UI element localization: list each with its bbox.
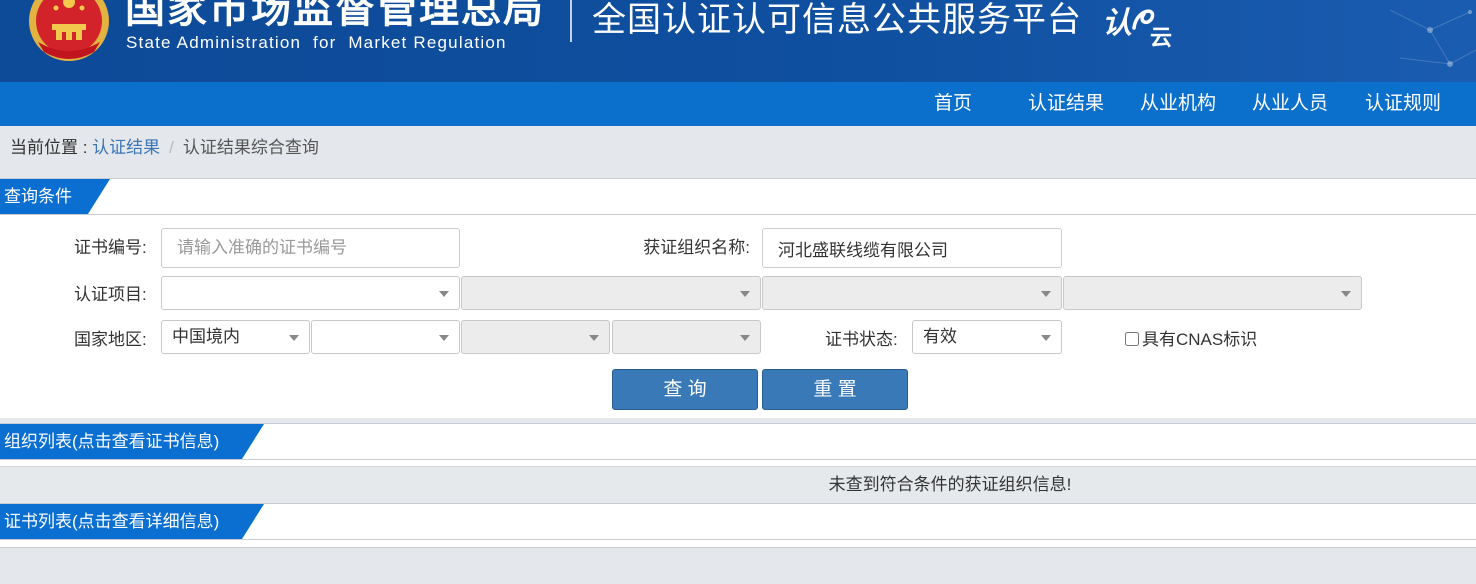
cert-no-label: 证书编号: bbox=[74, 238, 147, 257]
chevron-down-icon bbox=[289, 335, 299, 341]
logo-char-2: 云 bbox=[1150, 25, 1173, 50]
reset-button[interactable]: 重 置 bbox=[762, 369, 908, 410]
chevron-down-icon bbox=[439, 291, 449, 297]
cert-no-input[interactable] bbox=[161, 228, 460, 268]
org-name-en: State Administration for Market Regulati… bbox=[126, 33, 507, 52]
platform-title: 全国认证认可信息公共服务平台 bbox=[592, 1, 1082, 39]
header-divider bbox=[570, 0, 572, 42]
org-list-empty-message: 未查到符合条件的获证组织信息! bbox=[828, 475, 1072, 494]
breadcrumb-current: 认证结果综合查询 bbox=[182, 138, 319, 157]
nav-item-cert-rules[interactable]: 认证规则 bbox=[1347, 82, 1459, 126]
nav-item-home[interactable]: 首页 bbox=[897, 82, 1009, 126]
main-nav: 首页 认证结果 从业机构 从业人员 认证规则 bbox=[0, 82, 1476, 126]
region-label: 国家地区: bbox=[74, 330, 147, 349]
cert-status-selected-value: 有效 bbox=[923, 327, 957, 346]
org-list-section-header: 组织列表(点击查看证书信息) bbox=[0, 423, 1476, 460]
cert-project-select-3 bbox=[762, 276, 1062, 310]
breadcrumb-prefix: 当前位置 : bbox=[10, 138, 93, 157]
cert-list-title: 证书列表(点击查看详细信息) bbox=[4, 512, 220, 531]
cnas-label[interactable]: 具有CNAS标识 bbox=[1142, 330, 1257, 350]
cnas-checkbox[interactable] bbox=[1125, 332, 1139, 346]
site-header: 国家市场监督管理总局 State Administration for Mark… bbox=[0, 0, 1476, 82]
region-select-city bbox=[461, 320, 610, 354]
cert-status-select[interactable]: 有效 bbox=[912, 320, 1062, 354]
nav-item-institutions[interactable]: 从业机构 bbox=[1122, 82, 1234, 126]
cert-project-label: 认证项目: bbox=[74, 285, 147, 304]
nav-item-personnel[interactable]: 从业人员 bbox=[1234, 82, 1346, 126]
chevron-down-icon bbox=[589, 335, 599, 341]
network-pattern-icon bbox=[1389, 9, 1476, 67]
chevron-down-icon bbox=[740, 335, 750, 341]
region-select-province[interactable] bbox=[311, 320, 460, 354]
org-list-empty-row: 未查到符合条件的获证组织信息! bbox=[0, 466, 1476, 503]
region-select-country[interactable]: 中国境内 bbox=[161, 320, 310, 354]
nav-item-cert-results[interactable]: 认证结果 bbox=[1010, 82, 1122, 126]
org-list-title: 组织列表(点击查看证书信息) bbox=[4, 432, 220, 451]
org-list-tab: 组织列表(点击查看证书信息) bbox=[0, 424, 264, 459]
cert-list-body bbox=[0, 540, 1476, 548]
query-button[interactable]: 查 询 bbox=[612, 369, 758, 410]
chevron-down-icon bbox=[1041, 291, 1051, 297]
cert-status-label: 证书状态: bbox=[825, 330, 898, 349]
chevron-down-icon bbox=[1041, 335, 1051, 341]
query-section-tab: 查询条件 bbox=[0, 179, 110, 214]
region-selected-value: 中国境内 bbox=[172, 327, 240, 346]
chevron-down-icon bbox=[740, 291, 750, 297]
chevron-down-icon bbox=[1341, 291, 1351, 297]
cert-list-tab: 证书列表(点击查看详细信息) bbox=[0, 504, 264, 539]
breadcrumb: 当前位置 : 认证结果 / 认证结果综合查询 bbox=[0, 126, 1476, 170]
chevron-down-icon bbox=[439, 335, 449, 341]
query-section-title: 查询条件 bbox=[4, 187, 72, 206]
cert-project-select-2 bbox=[461, 276, 761, 310]
national-emblem-icon bbox=[29, 0, 109, 61]
query-section-header: 查询条件 bbox=[0, 178, 1476, 215]
renyun-logo: 认 云 bbox=[1100, 4, 1184, 54]
breadcrumb-separator: / bbox=[169, 138, 174, 157]
org-name-cn: 国家市场监督管理总局 bbox=[125, 0, 545, 31]
org-name-input[interactable] bbox=[762, 228, 1062, 268]
cert-project-select-4 bbox=[1063, 276, 1362, 310]
logo-char-1: 认 bbox=[1102, 7, 1132, 40]
region-select-district bbox=[612, 320, 761, 354]
breadcrumb-link-cert-results[interactable]: 认证结果 bbox=[92, 138, 160, 157]
cert-list-section-header: 证书列表(点击查看详细信息) bbox=[0, 503, 1476, 540]
cert-project-select-1[interactable] bbox=[161, 276, 460, 310]
org-name-label: 获证组织名称: bbox=[643, 238, 750, 257]
